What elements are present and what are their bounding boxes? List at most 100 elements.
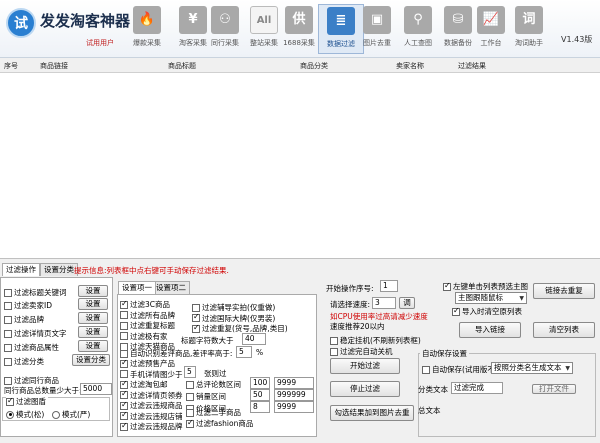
checkbox-box[interactable] (120, 410, 128, 420)
checkbox-box[interactable] (120, 421, 128, 431)
checkbox-box[interactable] (443, 281, 451, 291)
checkbox-box[interactable] (4, 329, 12, 338)
radio-dot[interactable] (52, 410, 60, 419)
main-pic-mode-select[interactable]: 主图跟随鼠标 (455, 292, 527, 304)
checkbox-box[interactable] (4, 357, 12, 366)
checkbox-box[interactable] (120, 349, 128, 358)
left-filter-checkbox-3[interactable]: 过滤详情页文字 (4, 328, 67, 339)
left-filter-settings-button-0[interactable]: 设置 (78, 285, 108, 297)
nav-item-10[interactable]: 词淘词助手 (506, 4, 552, 54)
checkbox-box[interactable] (120, 299, 128, 309)
checkbox-box[interactable] (4, 315, 12, 324)
link-dedupe-button[interactable]: 链接去重复 (533, 283, 595, 299)
title-char-input[interactable]: 40 (242, 333, 266, 345)
negative-rate-input[interactable]: 5 (236, 346, 252, 358)
stable-mode-checkbox[interactable]: 稳定挂机(不刷新列表框) (330, 335, 421, 346)
left-filter-checkbox-1[interactable]: 过滤卖家ID (4, 300, 52, 311)
left-filter-checkbox-4[interactable]: 过滤商品属性 (4, 342, 59, 353)
range-checkbox-1[interactable]: 销量区间 (186, 391, 226, 402)
checkbox-box[interactable] (186, 392, 194, 401)
radio-dot[interactable] (6, 410, 14, 419)
checkbox-box[interactable] (186, 418, 194, 428)
tab-category-settings[interactable]: 设置分类 (40, 263, 78, 276)
checkbox-box[interactable] (6, 396, 14, 406)
clear-list-button[interactable]: 清空列表 (533, 322, 595, 338)
settings-col1b-checkbox-1[interactable]: 手机详情图少于 (120, 369, 183, 380)
left-filter-settings-button-4[interactable]: 设置 (78, 340, 108, 352)
settings-col1b-checkbox-0[interactable]: 过滤预售产品 (120, 358, 175, 369)
checkbox-box[interactable] (120, 370, 128, 378)
filter-fashion-checkbox[interactable]: 过滤fashion商品 (186, 418, 253, 429)
tab-settings-one[interactable]: 设置项一 (118, 281, 156, 294)
range-max-input-0[interactable]: 9999 (274, 377, 314, 389)
settings-col2-checkbox-2[interactable]: 过滤重复(货号,品牌,类目) (192, 323, 288, 334)
nav-item-0[interactable]: 🔥 爆款采集 (124, 4, 170, 54)
left-filter-settings-button-1[interactable]: 设置 (78, 298, 108, 310)
open-file-button[interactable]: 打开文件 (532, 384, 576, 394)
left-filter-settings-button-3[interactable]: 设置 (78, 326, 108, 338)
result-name-input[interactable]: 过滤完成 (451, 382, 503, 394)
tab-filter-operation[interactable]: 过滤操作 (2, 263, 40, 276)
left-filter-checkbox-0[interactable]: 过滤标题关键词 (4, 287, 67, 298)
checkbox-box[interactable] (4, 301, 12, 310)
speed-adjust-button[interactable]: 调 (399, 297, 415, 309)
range-max-input-2[interactable]: 9999 (274, 401, 314, 413)
start-seq-input[interactable]: 1 (380, 280, 398, 292)
settings-col1b-checkbox-5[interactable]: 过滤云违规店铺 (120, 410, 183, 422)
checkbox-box[interactable] (192, 303, 200, 312)
checkbox-box[interactable] (192, 323, 200, 333)
range-min-input-1[interactable]: 50 (250, 389, 270, 401)
settings-col1-checkbox-0[interactable]: 过滤3C商品 (120, 299, 170, 310)
stop-filter-button[interactable]: 停止过滤 (330, 381, 400, 397)
import-links-button[interactable]: 导入链接 (459, 322, 521, 338)
filter-second-hand-checkbox[interactable]: 过滤二手商品 (186, 407, 241, 418)
peer-count-input[interactable]: 5000 (80, 383, 112, 395)
checkbox-box[interactable] (120, 400, 128, 410)
left-filter-checkbox-2[interactable]: 过滤品牌 (4, 314, 44, 325)
checkbox-box[interactable] (120, 389, 128, 399)
add-to-image-dedupe-button[interactable]: 勾选结果加到图片去重 (330, 405, 414, 421)
start-filter-button[interactable]: 开始过滤 (330, 358, 400, 374)
checkbox-box[interactable] (4, 288, 12, 297)
column-header-title[interactable]: 商品标题 (168, 61, 196, 71)
checkbox-box[interactable] (192, 312, 200, 322)
checkbox-box[interactable] (120, 332, 128, 340)
left-filter-checkbox-5[interactable]: 过滤分类 (4, 356, 44, 367)
column-header-category[interactable]: 商品分类 (300, 61, 328, 71)
speed-input[interactable]: 3 (372, 297, 396, 309)
left-filter-settings-button-2[interactable]: 设置 (78, 312, 108, 324)
left-filter-settings-button-5[interactable]: 设置分类 (72, 354, 110, 366)
range-min-input-2[interactable]: 8 (250, 401, 270, 413)
detail-image-count-input[interactable]: 5 (184, 366, 196, 378)
checkbox-box[interactable] (452, 306, 460, 316)
settings-col1b-checkbox-3[interactable]: 过滤详情页领券 (120, 389, 183, 401)
checkbox-box[interactable] (330, 347, 338, 356)
column-header-result[interactable]: 过滤结果 (458, 61, 486, 71)
settings-col1b-checkbox-4[interactable]: 过滤云违规商品 (120, 400, 183, 411)
settings-col1-checkbox-1[interactable]: 过滤所有品牌 (120, 310, 175, 321)
import-clear-checkbox[interactable]: 导入时清空原列表 (452, 306, 522, 317)
mode-loose-radio[interactable]: 模式(松) (6, 409, 44, 420)
mode-strict-radio[interactable]: 模式(严) (52, 409, 90, 420)
auto-negative-review-checkbox[interactable]: 自动识别差评商品,差评率高于: (120, 348, 232, 359)
auto-shutdown-checkbox[interactable]: 过滤完自动关机 (330, 346, 393, 357)
nav-item-6[interactable]: ▣ 图片去重 (354, 4, 400, 54)
results-table[interactable]: 序号 商品链接 商品标题 商品分类 卖家名称 过滤结果 (0, 59, 600, 259)
checkbox-box[interactable] (4, 343, 12, 352)
settings-col2-checkbox-1[interactable]: 过滤国际大牌(仅男装) (192, 312, 275, 324)
settings-col1-checkbox-3[interactable]: 过滤极有家 (120, 331, 168, 342)
image-filter-checkbox[interactable]: 过滤图盾 (6, 396, 48, 407)
autosave-mode-select[interactable]: 按照分类名生成文本 (491, 362, 573, 374)
left-click-preview-checkbox[interactable]: 左键单击列表预选主图 (443, 281, 528, 292)
checkbox-box[interactable] (330, 336, 338, 345)
column-header-seller[interactable]: 卖家名称 (396, 61, 424, 71)
column-header-link[interactable]: 商品链接 (40, 61, 68, 71)
settings-col1-checkbox-2[interactable]: 过滤重复标题 (120, 320, 175, 331)
column-header-index[interactable]: 序号 (4, 61, 18, 71)
checkbox-box[interactable] (4, 376, 12, 385)
checkbox-box[interactable] (120, 321, 128, 330)
checkbox-box[interactable] (120, 358, 128, 368)
checkbox-box[interactable] (186, 408, 194, 417)
checkbox-box[interactable] (120, 311, 128, 319)
checkbox-box[interactable] (422, 365, 430, 374)
